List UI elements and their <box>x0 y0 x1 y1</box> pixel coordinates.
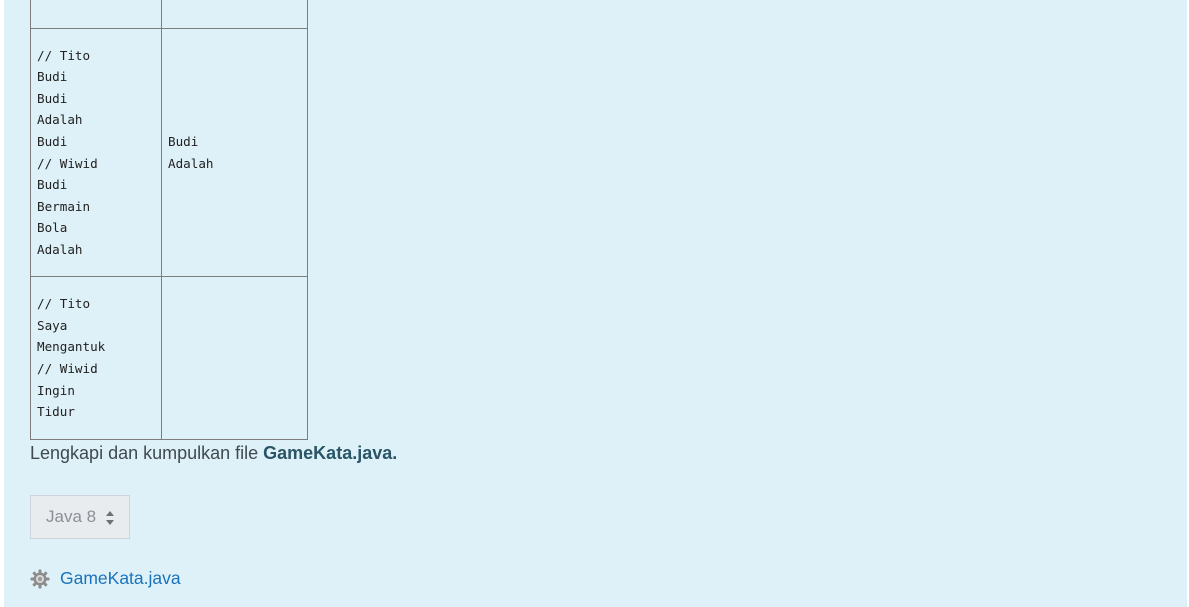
table-row <box>30 0 308 29</box>
instruction-label: Lengkapi dan kumpulkan file <box>30 443 264 463</box>
table-row: // Tito Budi Budi Adalah Budi // Wiwid B… <box>30 28 308 277</box>
select-arrows-icon <box>106 511 114 525</box>
language-select[interactable]: Java 8 <box>30 495 130 539</box>
gear-icon <box>30 569 50 588</box>
output-cell <box>161 0 308 29</box>
output-cell <box>161 276 308 440</box>
submission-file-link[interactable]: GameKata.java <box>60 568 181 589</box>
input-cell <box>30 0 162 29</box>
input-cell: // Tito Saya Mengantuk // Wiwid Ingin Ti… <box>30 276 162 440</box>
io-example-table: // Tito Budi Budi Adalah Budi // Wiwid B… <box>30 0 308 440</box>
input-cell: // Tito Budi Budi Adalah Budi // Wiwid B… <box>30 28 162 277</box>
submission-file-row: GameKata.java <box>30 568 181 589</box>
instruction-filename: GameKata.java. <box>263 443 398 463</box>
output-cell: Budi Adalah <box>161 28 308 277</box>
instruction-text: Lengkapi dan kumpulkan file GameKata.jav… <box>30 441 397 465</box>
language-select-value: Java 8 <box>46 507 97 526</box>
table-row: // Tito Saya Mengantuk // Wiwid Ingin Ti… <box>30 276 308 440</box>
question-panel: // Tito Budi Budi Adalah Budi // Wiwid B… <box>4 0 1187 607</box>
